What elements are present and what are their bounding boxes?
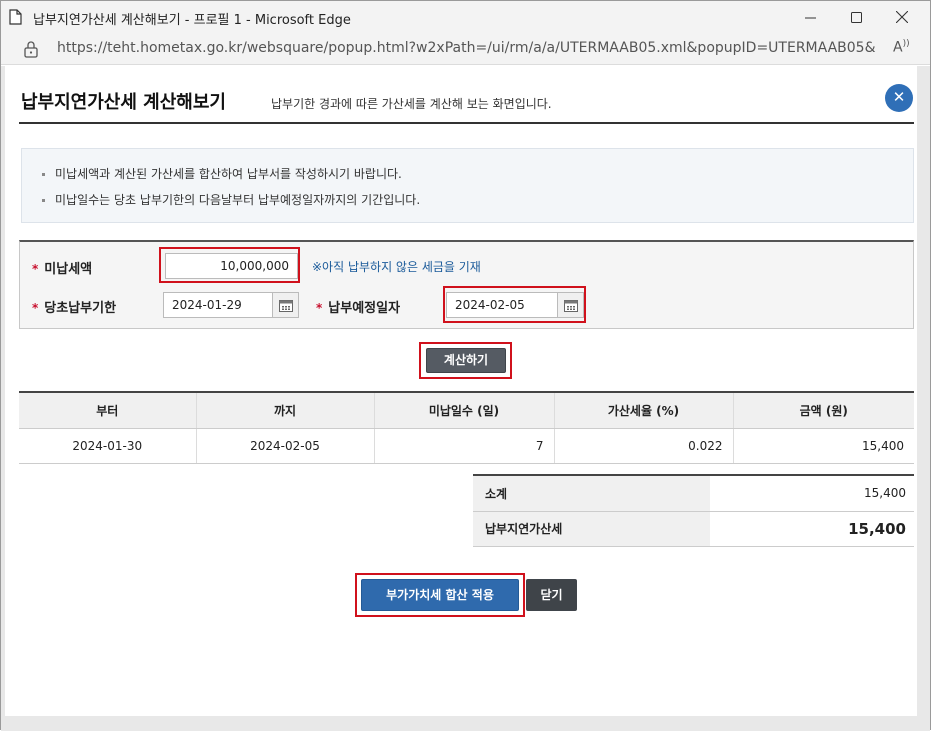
- original-due-label: * 당초납부기한: [32, 301, 117, 316]
- result-table: 부터 까지 미납일수 (일) 가산세율 (%) 금액 (원) 2024-01-3…: [19, 391, 914, 464]
- window-title: 납부지연가산세 계산해보기 - 프로필 1 - Microsoft Edge: [33, 13, 351, 28]
- column-header: 까지: [196, 391, 375, 429]
- total-label: 납부지연가산세: [473, 511, 710, 547]
- original-due-input[interactable]: 2024-01-29: [163, 292, 273, 318]
- cell-from: 2024-01-30: [19, 428, 197, 464]
- summary-table: 소계 15,400 납부지연가산세 15,400: [473, 474, 914, 547]
- planned-date-label: * 납부예정일자: [316, 301, 401, 316]
- subtotal-label: 소계: [473, 474, 710, 512]
- close-icon: [896, 11, 908, 23]
- apply-vat-button[interactable]: 부가가치세 합산 적용: [361, 579, 519, 611]
- heading-divider: [19, 122, 914, 124]
- column-header: 부터: [19, 391, 197, 429]
- column-header: 미납일수 (일): [374, 391, 555, 429]
- minimize-button[interactable]: [787, 1, 833, 33]
- maximize-button[interactable]: [833, 1, 879, 33]
- highlight-unpaid-tax: [159, 247, 300, 283]
- popup-close-button[interactable]: ✕: [885, 84, 913, 112]
- column-header: 금액 (원): [733, 391, 914, 429]
- notice-box: 미납세액과 계산된 가산세를 합산하여 납부서를 작성하시기 바랍니다. 미납일…: [21, 148, 914, 223]
- unpaid-tax-label: * 미납세액: [32, 262, 93, 277]
- highlight-planned-date: [443, 286, 586, 323]
- title-bar: 납부지연가산세 계산해보기 - 프로필 1 - Microsoft Edge: [1, 1, 930, 33]
- address-bar: https://teht.hometax.go.kr/websquare/pop…: [1, 33, 930, 65]
- lock-icon[interactable]: [23, 40, 39, 58]
- bullet-icon: [42, 199, 45, 202]
- notice-item: 미납세액과 계산된 가산세를 합산하여 납부서를 작성하시기 바랍니다.: [42, 165, 402, 182]
- notice-item: 미납일수는 당초 납부기한의 다음날부터 납부예정일자까지의 기간입니다.: [42, 191, 420, 208]
- cell-to: 2024-02-05: [196, 428, 375, 464]
- page-icon: [9, 9, 22, 25]
- column-header: 가산세율 (%): [554, 391, 734, 429]
- original-due-calendar-button[interactable]: [273, 292, 299, 318]
- subtotal-value: 15,400: [710, 474, 914, 512]
- cell-rate: 0.022: [554, 428, 734, 464]
- subtotal-row: 소계 15,400: [473, 474, 914, 512]
- calculate-button[interactable]: 계산하기: [426, 348, 506, 373]
- page-subtitle: 납부기한 경과에 따른 가산세를 계산해 보는 화면입니다.: [271, 97, 552, 111]
- cell-amount: 15,400: [733, 428, 914, 464]
- close-icon: ✕: [892, 88, 906, 106]
- page-title: 납부지연가산세 계산해보기: [21, 92, 226, 113]
- total-row: 납부지연가산세 15,400: [473, 511, 914, 547]
- url-field[interactable]: https://teht.hometax.go.kr/websquare/pop…: [57, 40, 877, 56]
- total-value: 15,400: [710, 511, 914, 547]
- bullet-icon: [42, 173, 45, 176]
- table-header-row: 부터 까지 미납일수 (일) 가산세율 (%) 금액 (원): [19, 391, 914, 429]
- browser-window: 납부지연가산세 계산해보기 - 프로필 1 - Microsoft Edge h…: [0, 0, 931, 731]
- table-row: 2024-01-30 2024-02-05 7 0.022 15,400: [19, 428, 914, 464]
- maximize-icon: [850, 11, 862, 23]
- cell-days: 7: [374, 428, 555, 464]
- minimize-icon: [804, 17, 816, 18]
- unpaid-tax-hint: ※아직 납부하지 않은 세금을 기재: [312, 260, 481, 274]
- calendar-icon: [278, 299, 293, 312]
- close-window-button[interactable]: [879, 1, 925, 33]
- read-aloud-icon[interactable]: A)): [893, 39, 910, 56]
- popup-content: 납부지연가산세 계산해보기 납부기한 경과에 따른 가산세를 계산해 보는 화면…: [5, 66, 917, 716]
- close-button[interactable]: 닫기: [526, 579, 577, 611]
